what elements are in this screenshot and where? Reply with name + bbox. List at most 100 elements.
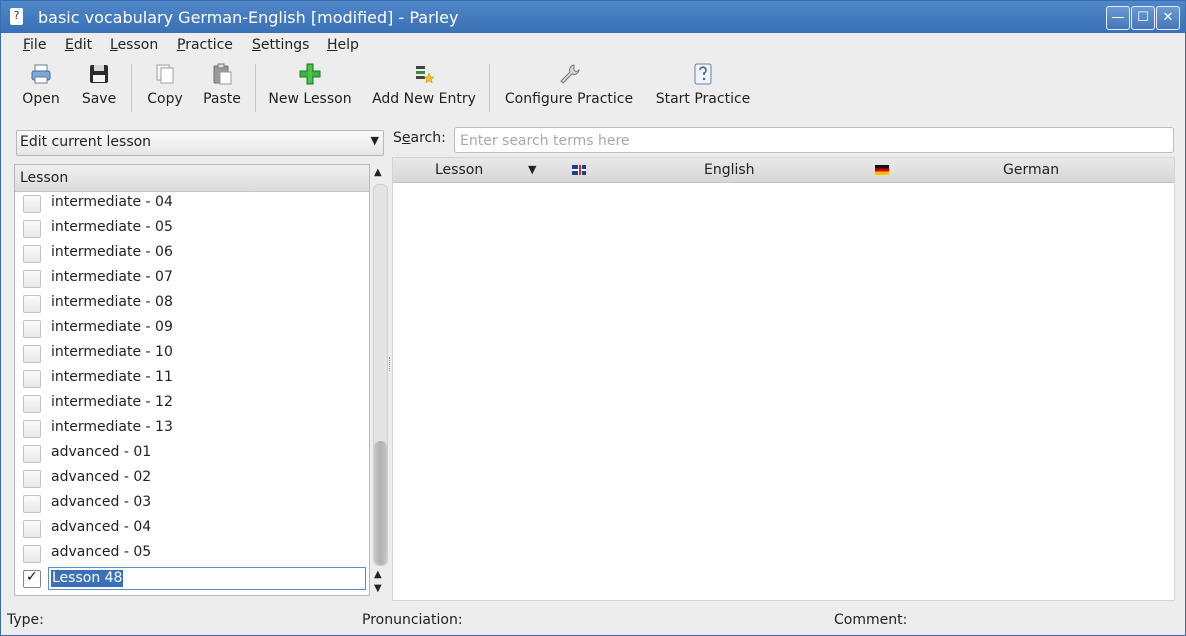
lesson-row-label: advanced - 02 — [51, 469, 152, 485]
lesson-checkbox[interactable] — [23, 370, 41, 388]
lesson-checkbox[interactable] — [23, 195, 41, 213]
lesson-row[interactable]: intermediate - 08 — [15, 291, 369, 316]
lesson-row-editing[interactable]: Lesson 48 — [15, 566, 369, 591]
menu-file[interactable]: File — [23, 37, 46, 53]
search-field[interactable] — [454, 127, 1174, 153]
paste-clipboard-icon — [213, 63, 232, 85]
add-entry-icon — [416, 66, 435, 84]
main-window: ? basic vocabulary German-English [modif… — [0, 0, 1186, 636]
menu-practice[interactable]: Practice — [177, 37, 233, 53]
lesson-row-label: intermediate - 07 — [51, 269, 173, 285]
lesson-row-label: intermediate - 08 — [51, 294, 173, 310]
menu-settings[interactable]: Settings — [252, 37, 309, 53]
open-printer-icon — [31, 64, 51, 84]
column-header-english[interactable]: English — [704, 162, 755, 178]
status-type: Type: — [7, 612, 44, 628]
new-lesson-button[interactable]: New Lesson — [264, 58, 356, 114]
column-header-lesson[interactable]: Lesson — [435, 162, 483, 178]
open-button[interactable]: Open — [15, 58, 67, 114]
lesson-name-selected-text[interactable]: Lesson 48 — [51, 570, 124, 587]
scroll-up-arrow-icon[interactable]: ▲ — [374, 569, 382, 580]
lesson-row[interactable]: advanced - 01 — [15, 441, 369, 466]
lesson-checkbox[interactable] — [23, 470, 41, 488]
lesson-checkbox[interactable] — [23, 395, 41, 413]
lesson-checkbox[interactable] — [23, 495, 41, 513]
toolbar-separator — [255, 64, 256, 112]
lesson-checkbox[interactable] — [23, 345, 41, 363]
lesson-row[interactable]: advanced - 05 — [15, 541, 369, 566]
vocabulary-table[interactable]: Lesson ▼ English German — [392, 157, 1175, 601]
scroll-thumb[interactable] — [374, 441, 387, 565]
lesson-row[interactable]: intermediate - 12 — [15, 391, 369, 416]
scroll-down-arrow-icon[interactable]: ▼ — [374, 583, 382, 594]
menu-help[interactable]: Help — [327, 37, 359, 53]
title-bar[interactable]: ? basic vocabulary German-English [modif… — [1, 1, 1185, 33]
lesson-row[interactable]: intermediate - 13 — [15, 416, 369, 441]
copy-icon — [156, 64, 174, 84]
lesson-row[interactable]: advanced - 03 — [15, 491, 369, 516]
lesson-row[interactable]: intermediate - 05 — [15, 216, 369, 241]
paste-button[interactable]: Paste — [197, 58, 247, 114]
window-title: basic vocabulary German-English [modifie… — [38, 8, 459, 27]
minimize-button[interactable]: — — [1106, 6, 1130, 30]
lesson-list-scrollbar[interactable]: ▲ ▲ ▼ — [372, 164, 388, 594]
start-practice-card-icon — [694, 63, 712, 85]
lesson-row[interactable]: advanced - 04 — [15, 516, 369, 541]
copy-label: Copy — [147, 91, 183, 107]
lesson-checkbox[interactable] — [23, 445, 41, 463]
menu-edit[interactable]: Edit — [65, 37, 92, 53]
copy-button[interactable]: Copy — [140, 58, 190, 114]
new-lesson-label: New Lesson — [268, 91, 352, 107]
save-button[interactable]: Save — [75, 58, 123, 114]
lesson-checkbox[interactable] — [23, 220, 41, 238]
search-label: Search: — [393, 130, 446, 146]
lesson-name-editor[interactable]: Lesson 48 — [48, 567, 366, 590]
lesson-row-label: intermediate - 06 — [51, 244, 173, 260]
lesson-row-label: intermediate - 13 — [51, 419, 173, 435]
lesson-checkbox[interactable] — [23, 320, 41, 338]
lesson-mode-dropdown[interactable]: Edit current lesson ▼ — [16, 130, 384, 156]
lesson-row[interactable]: intermediate - 09 — [15, 316, 369, 341]
lesson-row[interactable]: intermediate - 10 — [15, 341, 369, 366]
lesson-checkbox[interactable] — [23, 420, 41, 438]
menu-lesson[interactable]: Lesson — [110, 37, 158, 53]
lesson-checkbox[interactable] — [23, 270, 41, 288]
main-toolbar: Open Save Copy Paste New Lesson Add New … — [1, 58, 1185, 114]
maximize-button[interactable]: ☐ — [1131, 6, 1155, 30]
column-header-german[interactable]: German — [1003, 162, 1059, 178]
lesson-row[interactable]: intermediate - 11 — [15, 366, 369, 391]
lesson-row-label: advanced - 01 — [51, 444, 152, 460]
start-practice-button[interactable]: Start Practice — [651, 58, 755, 114]
lesson-row[interactable]: advanced - 02 — [15, 466, 369, 491]
close-button[interactable]: ✕ — [1156, 6, 1180, 30]
add-plus-icon — [299, 63, 321, 85]
lesson-column-header[interactable]: Lesson — [15, 165, 369, 192]
lesson-list[interactable]: Lesson intermediate - 04 intermediate - 0… — [14, 164, 370, 596]
configure-practice-button[interactable]: Configure Practice — [500, 58, 638, 114]
dropdown-arrow-icon: ▼ — [370, 134, 379, 147]
lesson-checkbox[interactable] — [23, 295, 41, 313]
scroll-track[interactable] — [373, 184, 388, 566]
add-new-entry-label: Add New Entry — [372, 91, 476, 107]
toolbar-separator — [489, 64, 490, 112]
add-new-entry-button[interactable]: Add New Entry — [368, 58, 480, 114]
lesson-checkbox-checked[interactable] — [23, 569, 41, 588]
lesson-row[interactable]: intermediate - 07 — [15, 266, 369, 291]
configure-practice-label: Configure Practice — [504, 91, 634, 107]
search-input[interactable] — [458, 130, 1162, 152]
lesson-checkbox[interactable] — [23, 545, 41, 563]
lesson-checkbox[interactable] — [23, 245, 41, 263]
paste-label: Paste — [203, 91, 241, 107]
lesson-row[interactable]: intermediate - 04 — [15, 191, 369, 216]
wrench-icon — [560, 64, 580, 84]
lesson-row-label: advanced - 05 — [51, 544, 152, 560]
scroll-up-arrow-icon[interactable]: ▲ — [374, 167, 382, 178]
lesson-row-label: intermediate - 09 — [51, 319, 173, 335]
save-label: Save — [81, 91, 117, 107]
lesson-row[interactable]: intermediate - 06 — [15, 241, 369, 266]
parley-app-icon[interactable]: ? — [10, 8, 23, 25]
lesson-row-label: intermediate - 11 — [51, 369, 173, 385]
lesson-row-label: advanced - 03 — [51, 494, 152, 510]
sort-descending-icon[interactable]: ▼ — [528, 163, 536, 176]
lesson-checkbox[interactable] — [23, 520, 41, 538]
